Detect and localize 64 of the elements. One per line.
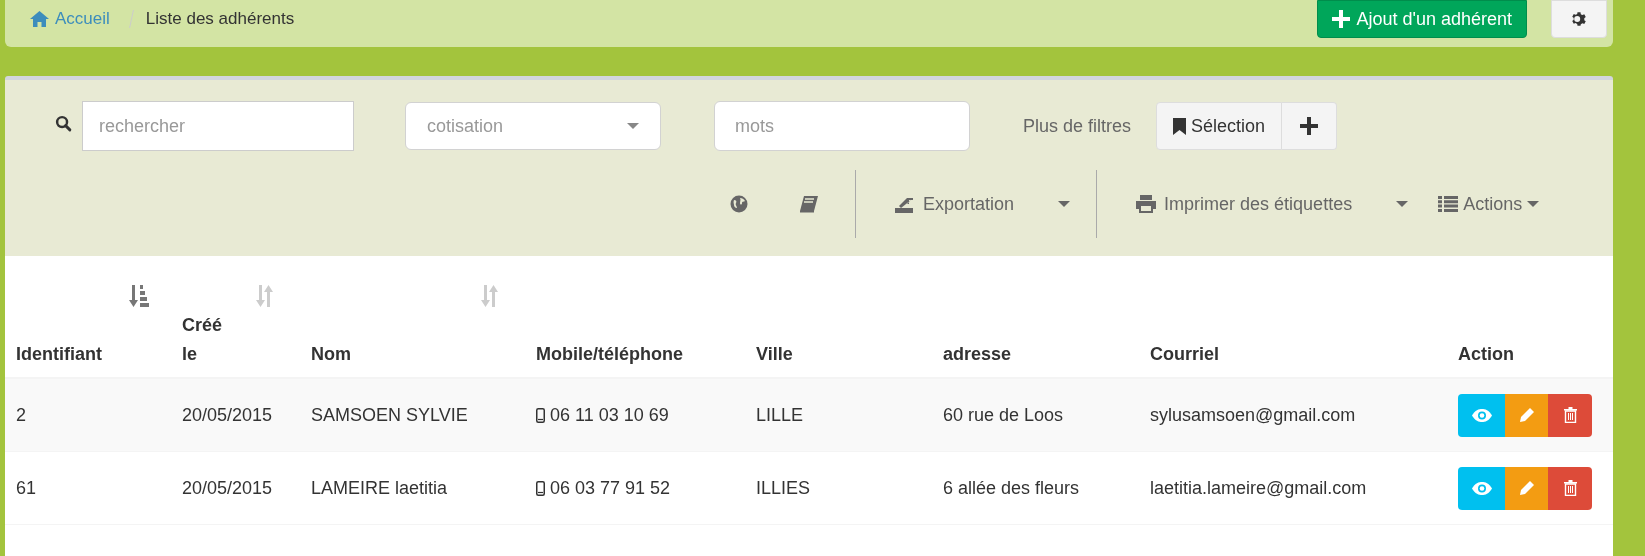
delete-button[interactable] — [1548, 466, 1592, 510]
caret-icon — [1527, 201, 1540, 207]
eye-icon — [1471, 408, 1492, 422]
search-field[interactable]: rechercher — [82, 101, 354, 151]
settings-button[interactable] — [1551, 0, 1607, 38]
column-header: Courriel — [1150, 343, 1219, 367]
delete-button[interactable] — [1548, 393, 1592, 437]
globe-icon — [730, 195, 748, 213]
edit-button[interactable] — [1505, 393, 1548, 437]
print-labels-dropdown[interactable]: Imprimer des étiquettes — [1136, 190, 1409, 218]
column-header: Mobile/téléphone — [536, 343, 683, 367]
table-cell-text: 60 rue de Loos — [943, 403, 1064, 427]
table-cell-text: 20/05/2015 — [182, 476, 273, 500]
edit-button[interactable] — [1505, 466, 1548, 510]
column-header: adresse — [943, 343, 1012, 367]
add-filter-button[interactable] — [1282, 102, 1338, 150]
table-cell-text: laetitia.lameire@gmail.com — [1150, 476, 1367, 500]
list-icon — [1438, 196, 1459, 212]
search-icon — [55, 114, 72, 132]
trash-icon — [1563, 407, 1577, 423]
table-cell-text: 6 allée des fleurs — [943, 476, 1080, 500]
sort-icon[interactable] — [129, 285, 149, 307]
cotisation-dropdown[interactable]: cotisation — [405, 102, 661, 150]
table-cell-text: 20/05/2015 — [182, 403, 273, 427]
table-cell-text: ILLIES — [756, 476, 811, 500]
mobile-phone-icon — [536, 407, 545, 423]
caret-icon — [1396, 201, 1409, 207]
table-cell-text: SAMSOEN SYLVIE — [311, 403, 468, 427]
column-header[interactable]: Identifiant — [16, 340, 102, 369]
plus-icon — [1332, 10, 1351, 28]
more-filters-label: Plus de filtres — [1023, 114, 1132, 138]
column-header: Ville — [756, 343, 793, 367]
settings-icon — [1570, 10, 1588, 28]
caret-icon — [1058, 201, 1071, 207]
column-header: Action — [1458, 343, 1514, 367]
caret-icon — [627, 123, 639, 129]
table-cell-text: 06 03 77 91 52 — [550, 476, 671, 500]
actions-dropdown[interactable]: Actions — [1438, 190, 1540, 218]
view-button[interactable] — [1458, 466, 1505, 510]
export-dropdown[interactable]: Exportation — [895, 190, 1071, 218]
book-icon — [799, 195, 819, 213]
table-cell-text: sylusamsoen@gmail.com — [1150, 403, 1356, 427]
column-header[interactable]: Créé le — [182, 311, 223, 369]
eye-icon — [1471, 481, 1492, 495]
plus-icon — [1300, 117, 1319, 135]
trash-icon — [1563, 480, 1577, 496]
home-link[interactable]: Accueil — [30, 6, 110, 32]
bookmark-icon — [1173, 117, 1187, 135]
home-icon — [30, 11, 49, 27]
pencil-icon — [1518, 480, 1535, 496]
column-header[interactable]: Nom — [311, 340, 351, 369]
table-cell-text: LILLE — [756, 403, 804, 427]
breadcrumb-current: Liste des adhérents — [145, 8, 295, 31]
printer-icon — [1136, 195, 1157, 213]
words-field[interactable]: mots — [714, 101, 970, 151]
add-member-button[interactable]: Ajout d'un adhérent — [1317, 0, 1527, 38]
table-cell-text: 2 — [16, 403, 26, 427]
table-cell-text: LAMEIRE laetitia — [311, 476, 448, 500]
table-cell-text: 06 11 03 10 69 — [550, 403, 669, 427]
table-cell-text: 61 — [16, 476, 37, 500]
view-button[interactable] — [1458, 393, 1505, 437]
mobile-phone-icon — [536, 480, 545, 496]
selection-button[interactable]: Sélection — [1156, 102, 1283, 150]
pencil-icon — [1518, 407, 1535, 423]
